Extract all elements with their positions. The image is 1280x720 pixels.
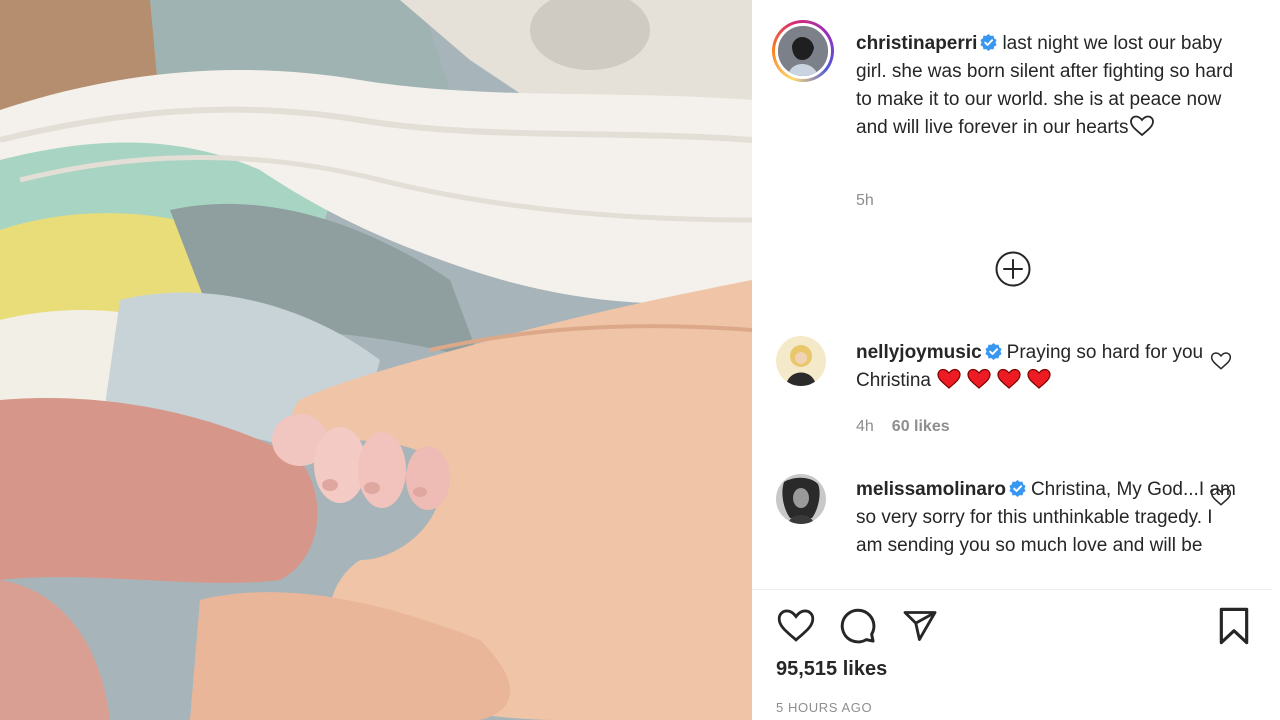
save-button[interactable]: [1212, 604, 1256, 648]
author-avatar[interactable]: [772, 20, 834, 82]
comment-likes[interactable]: 60 likes: [892, 418, 950, 435]
post-time-ago[interactable]: 5 HOURS AGO: [776, 700, 872, 715]
comment-text: nellyjoymusic Praying so hard for you Chr…: [856, 339, 1236, 399]
baby-hand-photo: [0, 0, 752, 720]
comment-timestamp[interactable]: 4h: [856, 418, 874, 435]
like-comment-heart-icon[interactable]: [1210, 486, 1232, 508]
commenter-avatar[interactable]: [776, 336, 826, 386]
red-heart-emoji-icon: [967, 368, 991, 389]
comment-item: nellyjoymusic Praying so hard for you Chr…: [776, 336, 1256, 446]
verified-badge-icon: [980, 33, 998, 52]
commenter-avatar-image: [776, 336, 826, 386]
verified-badge-icon: [985, 342, 1002, 361]
author-avatar-image: [778, 26, 828, 76]
post-photo[interactable]: [0, 0, 752, 720]
verified-badge-icon: [1009, 479, 1026, 498]
caption-timestamp[interactable]: 5h: [856, 192, 874, 210]
post-details-panel: christinaperri last night we lost our bab…: [752, 0, 1280, 720]
comment-item: melissamolinaro Christina, My God...I am …: [776, 474, 1256, 589]
red-heart-emoji-icon: [997, 368, 1021, 389]
plus-circle-icon[interactable]: [994, 250, 1032, 288]
red-heart-emojis: [936, 368, 1056, 399]
like-comment-heart-icon[interactable]: [1210, 350, 1232, 372]
bookmark-icon: [1219, 607, 1249, 645]
author-username[interactable]: christinaperri: [856, 33, 977, 54]
caption-row: christinaperri last night we lost our bab…: [772, 20, 1256, 226]
heart-outline-emoji-icon: [1130, 115, 1155, 137]
share-icon: [903, 611, 937, 641]
comment-username[interactable]: nellyjoymusic: [856, 342, 982, 363]
actions-divider: [752, 589, 1272, 590]
like-button[interactable]: [774, 604, 818, 648]
red-heart-emoji-icon: [1027, 368, 1051, 389]
red-heart-emoji-icon: [937, 368, 961, 389]
commenter-avatar-image: [776, 474, 826, 524]
comment-icon: [840, 608, 876, 644]
comment-text: melissamolinaro Christina, My God...I am …: [856, 476, 1236, 560]
comment-meta: 4h 60 likes: [856, 418, 950, 436]
heart-outline-icon: [777, 609, 815, 642]
commenter-avatar[interactable]: [776, 474, 826, 524]
comment-username[interactable]: melissamolinaro: [856, 479, 1006, 500]
caption-text: christinaperri last night we lost our bab…: [856, 30, 1236, 142]
likes-count[interactable]: 95,515 likes: [776, 658, 887, 681]
share-button[interactable]: [898, 604, 942, 648]
comment-button[interactable]: [836, 604, 880, 648]
